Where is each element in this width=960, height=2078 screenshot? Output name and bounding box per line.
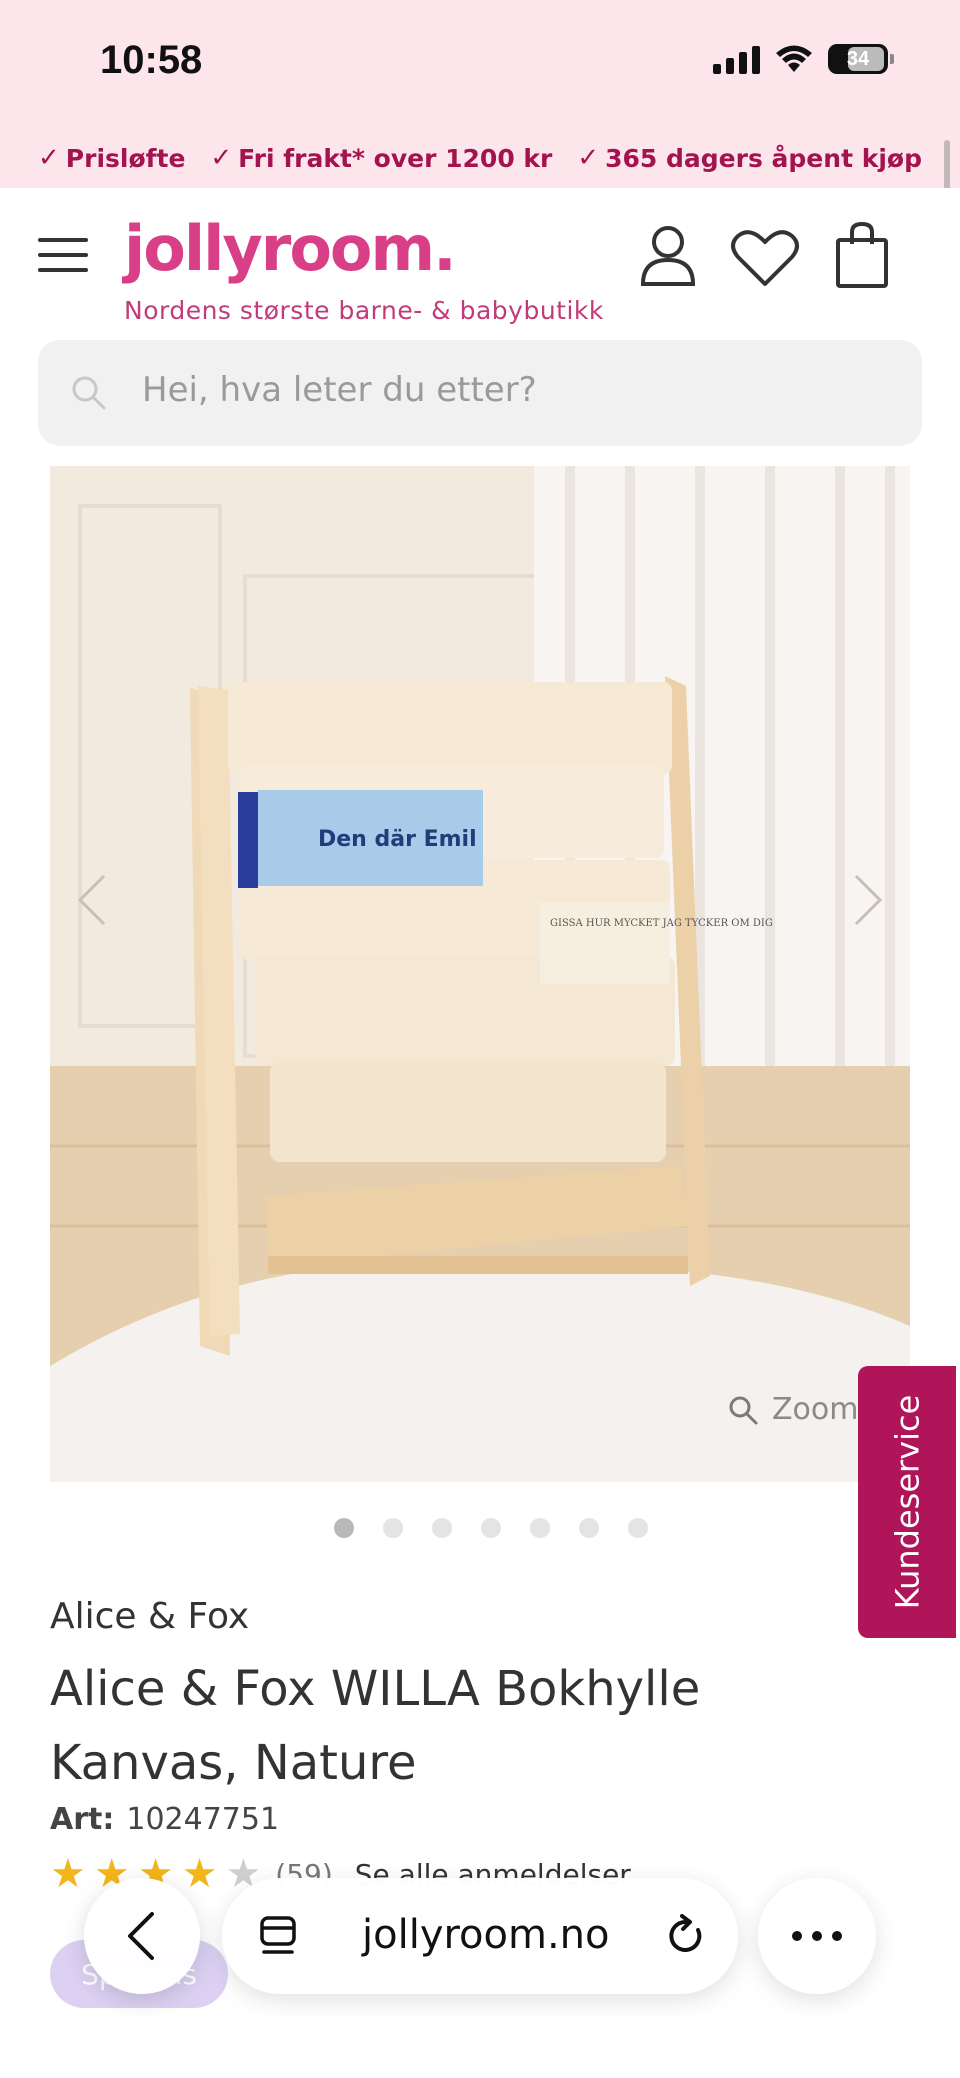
url-text[interactable]: jollyroom.no <box>362 1912 610 1958</box>
check-icon: ✓ <box>38 143 60 173</box>
promo-item[interactable]: ✓ 365 dagers åpent kjøp <box>577 143 922 173</box>
bookshelf-photo: Den där Emil GISSA HUR MYCKET JAG TYCKER… <box>50 466 910 1482</box>
dot <box>812 1931 822 1941</box>
gallery-dot[interactable] <box>628 1518 648 1538</box>
wifi-icon <box>776 45 812 72</box>
product-title: Alice & Fox WILLA Bokhylle Kanvas, Natur… <box>50 1661 701 1791</box>
cart-icon[interactable] <box>834 220 890 290</box>
gallery-dot[interactable] <box>481 1518 501 1538</box>
tagline: Nordens største barne- & babybutikk <box>124 296 604 325</box>
account-icon[interactable] <box>638 224 698 286</box>
cellular-signal-icon <box>713 44 760 74</box>
gallery-dot[interactable] <box>334 1518 354 1538</box>
search-input[interactable] <box>142 370 842 410</box>
page: 10:58 34 ✓ Prisløfte ✓ Fri frakt* over 120… <box>0 0 960 2078</box>
menu-icon[interactable] <box>38 238 88 272</box>
promo-bar: ✓ Prisløfte ✓ Fri frakt* over 1200 kr ✓ 365… <box>0 128 960 188</box>
promo-label: Prisløfte <box>65 143 186 173</box>
promo-label: Fri frakt* over 1200 kr <box>238 143 553 173</box>
reload-icon[interactable] <box>664 1912 708 1960</box>
next-image-arrow[interactable] <box>848 870 888 930</box>
gallery-dots <box>334 1518 648 1538</box>
previous-image-arrow[interactable] <box>72 870 112 930</box>
promo-label: 365 dagers åpent kjøp <box>605 143 922 173</box>
chevron-left-icon <box>128 1912 154 1960</box>
check-icon: ✓ <box>577 143 600 173</box>
search-icon <box>72 376 106 410</box>
promo-item[interactable]: ✓ Fri frakt* over 1200 kr <box>210 143 552 173</box>
gallery-dot[interactable] <box>579 1518 599 1538</box>
customer-service-tab[interactable]: Kundeservice <box>858 1366 956 1638</box>
zoom-button[interactable]: Zoom <box>728 1392 858 1427</box>
gallery-dot[interactable] <box>383 1518 403 1538</box>
gallery-dot[interactable] <box>432 1518 452 1538</box>
status-icons: 34 <box>713 44 894 74</box>
site-header: jollyroom. Nordens største barne- & baby… <box>0 188 960 338</box>
status-time: 10:58 <box>100 38 203 82</box>
check-icon: ✓ <box>210 143 233 173</box>
address-bar[interactable]: jollyroom.no <box>222 1878 738 1994</box>
customer-service-label: Kundeservice <box>888 1394 927 1610</box>
article-number: Art: 10247751 <box>50 1802 279 1837</box>
star-icon: ★ <box>50 1851 86 1897</box>
battery-tip <box>890 54 894 64</box>
logo[interactable]: jollyroom. <box>124 212 457 285</box>
more-options-button[interactable] <box>758 1878 876 1994</box>
article-label: Art: <box>50 1802 115 1837</box>
status-bar: 10:58 34 <box>0 0 960 128</box>
promo-item[interactable]: ✓ Prisløfte <box>38 143 185 173</box>
gallery-dot[interactable] <box>530 1518 550 1538</box>
book-title-2: GISSA HUR MYCKET JAG TYCKER OM DIG <box>550 918 773 929</box>
zoom-icon <box>729 1396 758 1424</box>
product-brand[interactable]: Alice & Fox <box>50 1596 249 1637</box>
tabs-icon[interactable] <box>256 1914 300 1958</box>
battery-icon: 34 <box>828 44 888 74</box>
dot <box>832 1931 842 1941</box>
search-bar[interactable] <box>38 340 922 446</box>
article-value: 10247751 <box>126 1802 280 1837</box>
browser-back-button[interactable] <box>84 1878 200 1994</box>
dot <box>792 1931 802 1941</box>
heart-icon[interactable] <box>730 228 800 288</box>
zoom-label: Zoom <box>772 1392 859 1427</box>
star-icon: ★ <box>181 1851 218 1897</box>
product-image[interactable]: Den där Emil GISSA HUR MYCKET JAG TYCKER… <box>50 466 910 1482</box>
book-title: Den där Emil <box>318 827 477 852</box>
battery-level: 34 <box>846 47 870 70</box>
svg-text:GISSA HUR MYCKET JAG TYCKER OM: GISSA HUR MYCKET JAG TYCKER OM DIG <box>550 918 773 929</box>
